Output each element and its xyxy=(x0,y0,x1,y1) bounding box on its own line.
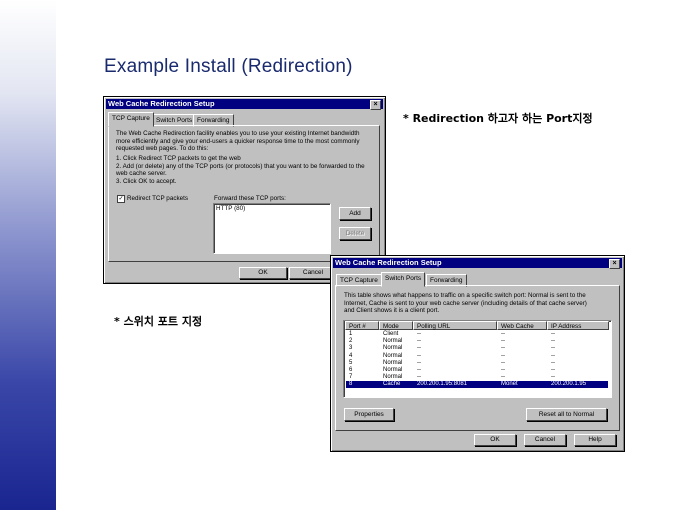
description-line: and Client shows it is a client port. xyxy=(344,307,440,314)
table-cell-cache: -- xyxy=(501,338,505,345)
switch-ports-dialog: Web Cache Redirection Setup × TCP Captur… xyxy=(330,255,625,452)
table-row[interactable]: 5 Normal -- -- -- xyxy=(346,360,608,367)
annotation-ports: * Redirection 하고자 하는 Port지정 xyxy=(403,112,593,125)
table-cell-url: -- xyxy=(417,331,421,337)
table-cell-port: 1 xyxy=(349,331,353,337)
description-line: Internet, Cache is sent to your web cach… xyxy=(344,299,587,307)
table-row[interactable]: 8 Cache 200.200.1.95:8081 Monet 200.200.1.95 xyxy=(346,381,608,388)
table-cell-mode: Normal xyxy=(383,359,403,366)
table-cell-ip: -- xyxy=(551,359,555,366)
description-line: The Web Cache Redirection facility enabl… xyxy=(116,130,360,137)
table-cell-port: 4 xyxy=(349,352,353,359)
tcp-ports-list[interactable]: HTTP (80) xyxy=(213,203,331,254)
table-cell-cache: -- xyxy=(501,331,505,337)
slide-title: Example Install (Redirection) xyxy=(104,56,353,77)
column-header-mode[interactable]: Mode xyxy=(379,321,413,330)
table-cell-cache: Monet xyxy=(501,381,518,388)
dialog-title-bar: Web Cache Redirection Setup × xyxy=(333,258,622,269)
delete-button[interactable]: Delete xyxy=(339,227,371,240)
table-cell-cache: -- xyxy=(501,352,505,359)
list-item[interactable]: HTTP (80) xyxy=(216,205,245,213)
table-cell-url: -- xyxy=(417,338,421,345)
table-cell-mode: Client xyxy=(383,331,399,337)
table-row[interactable]: 4 Normal -- -- -- xyxy=(346,353,608,360)
slide-side-gradient xyxy=(0,0,56,510)
table-cell-port: 7 xyxy=(349,374,353,381)
table-cell-mode: Normal xyxy=(383,374,403,381)
description-line: requested web pages. To do this: xyxy=(116,145,209,152)
column-header-polling-url[interactable]: Polling URL xyxy=(413,321,497,330)
table-row[interactable]: 1 Client -- -- -- xyxy=(346,331,608,338)
table-cell-cache: -- xyxy=(501,359,505,366)
ok-button[interactable]: OK xyxy=(239,267,287,279)
cancel-button[interactable]: Cancel xyxy=(524,434,566,446)
table-cell-url: -- xyxy=(417,367,421,373)
table-cell-port: 5 xyxy=(349,359,353,366)
table-cell-url: -- xyxy=(417,345,421,352)
dialog-title: Web Cache Redirection Setup xyxy=(108,99,215,108)
table-cell-ip: -- xyxy=(551,345,555,352)
dialog-title-bar: Web Cache Redirection Setup × xyxy=(106,99,383,110)
properties-button[interactable]: Properties xyxy=(344,408,394,421)
description-line: 3. Click OK to accept. xyxy=(116,177,177,185)
table-cell-url: 200.200.1.95:8081 xyxy=(417,381,468,388)
table-row[interactable]: 6 Normal -- -- -- xyxy=(346,367,608,374)
table-cell-url: -- xyxy=(417,359,421,366)
description-line: 1. Click Redirect TCP packets to get the… xyxy=(116,155,241,162)
description-line: This table shows what happens to traffic… xyxy=(344,292,586,299)
add-button[interactable]: Add xyxy=(339,207,371,220)
description-line: web cache server. xyxy=(116,170,167,177)
table-cell-mode: Cache xyxy=(383,381,401,388)
table-cell-ip: 200.200.1.95 xyxy=(551,381,587,388)
table-cell-cache: -- xyxy=(501,345,505,352)
description-line: 2. Add (or delete) any of the TCP ports … xyxy=(116,162,365,170)
reset-all-button[interactable]: Reset all to Normal xyxy=(526,408,607,421)
column-header-ip-address[interactable]: IP Address xyxy=(547,321,609,330)
annotation-switch-ports: * 스위치 포트 지정 xyxy=(114,315,203,328)
ports-label: Forward these TCP ports: xyxy=(214,194,286,202)
column-header-port[interactable]: Port # xyxy=(345,321,379,330)
table-row[interactable]: 3 Normal -- -- -- xyxy=(346,345,608,352)
column-header-web-cache[interactable]: Web Cache xyxy=(497,321,547,330)
close-icon[interactable]: × xyxy=(370,100,381,110)
redirect-tcp-label[interactable]: Redirect TCP packets xyxy=(127,195,188,203)
table-cell-url: -- xyxy=(417,352,421,359)
tab-switch-ports[interactable]: Switch Ports xyxy=(381,272,426,287)
tab-tcp-capture[interactable]: TCP Capture xyxy=(108,112,154,127)
table-cell-mode: Normal xyxy=(383,367,403,373)
dialog-title: Web Cache Redirection Setup xyxy=(335,258,442,267)
switch-ports-table[interactable]: Port # Mode Polling URL Web Cache IP Add… xyxy=(343,320,612,398)
table-cell-ip: -- xyxy=(551,367,555,373)
table-cell-mode: Normal xyxy=(383,345,403,352)
table-cell-port: 6 xyxy=(349,367,353,373)
help-button[interactable]: Help xyxy=(574,434,616,446)
table-cell-mode: Normal xyxy=(383,352,403,359)
redirect-tcp-checkbox[interactable]: ✓ xyxy=(117,195,125,203)
table-cell-port: 2 xyxy=(349,338,353,345)
table-cell-ip: -- xyxy=(551,331,555,337)
description-line: more efficiently and give your end-users… xyxy=(116,137,360,145)
table-cell-ip: -- xyxy=(551,374,555,381)
table-row[interactable]: 7 Normal -- -- -- xyxy=(346,374,608,381)
table-cell-port: 3 xyxy=(349,345,353,352)
table-cell-ip: -- xyxy=(551,338,555,345)
ok-button[interactable]: OK xyxy=(474,434,516,446)
table-cell-port: 8 xyxy=(349,381,353,388)
table-cell-url: -- xyxy=(417,374,421,381)
table-cell-mode: Normal xyxy=(383,338,403,345)
table-row[interactable]: 2 Normal -- -- -- xyxy=(346,338,608,345)
table-cell-cache: -- xyxy=(501,374,505,381)
table-cell-cache: -- xyxy=(501,367,505,373)
table-cell-ip: -- xyxy=(551,352,555,359)
close-icon[interactable]: × xyxy=(609,259,620,269)
